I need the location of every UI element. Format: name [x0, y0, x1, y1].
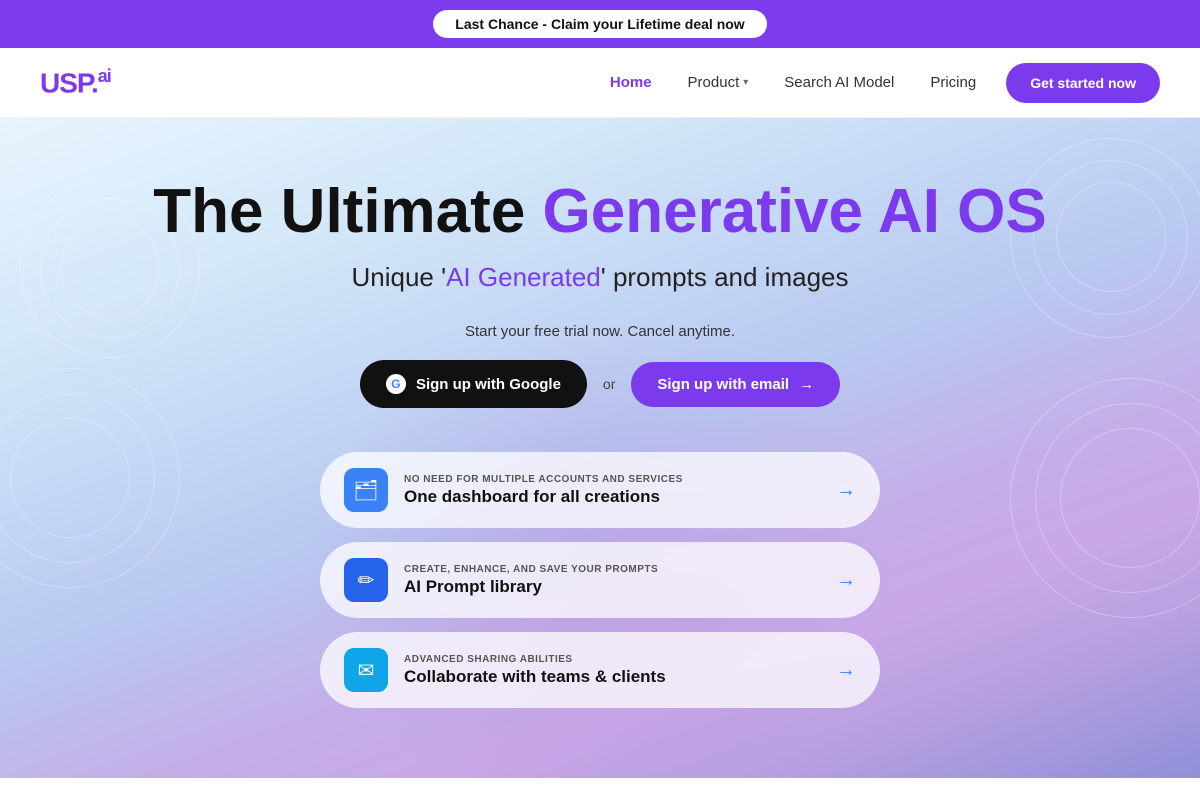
deco-circle [0, 393, 155, 563]
feature-text-block: CREATE, ENHANCE, AND SAVE YOUR PROMPTS AI… [404, 564, 820, 597]
hero-section: The Ultimate Generative AI OS Unique 'AI… [0, 118, 1200, 778]
top-banner: Last Chance - Claim your Lifetime deal n… [0, 0, 1200, 48]
logo-ai: ai [98, 66, 111, 86]
feature-tag: NO NEED FOR MULTIPLE ACCOUNTS AND SERVIC… [404, 474, 820, 485]
banner-text[interactable]: Last Chance - Claim your Lifetime deal n… [433, 10, 766, 38]
logo[interactable]: USP.ai [40, 66, 111, 99]
nav-pricing[interactable]: Pricing [930, 74, 976, 91]
logo-usp: USP [40, 67, 91, 98]
hero-trial-text: Start your free trial now. Cancel anytim… [465, 323, 735, 340]
hero-title-part1: The Ultimate [153, 177, 542, 246]
feature-title: AI Prompt library [404, 577, 820, 597]
hero-title-part2: Generative AI OS [543, 177, 1047, 246]
feature-arrow-icon[interactable]: → [836, 569, 856, 592]
hero-subtitle: Unique 'AI Generated' prompts and images [352, 262, 849, 293]
feature-icon: 🗂 [353, 478, 378, 503]
signup-google-label: Sign up with Google [416, 376, 561, 393]
feature-title: Collaborate with teams & clients [404, 667, 820, 687]
get-started-button[interactable]: Get started now [1006, 63, 1160, 103]
deco-circle [60, 218, 160, 318]
nav-search-ai[interactable]: Search AI Model [784, 74, 894, 91]
deco-circle [10, 418, 130, 538]
feature-text-block: NO NEED FOR MULTIPLE ACCOUNTS AND SERVIC… [404, 474, 820, 507]
signup-email-label: Sign up with email [657, 376, 789, 393]
nav-home[interactable]: Home [610, 74, 652, 91]
feature-text-block: ADVANCED SHARING ABILITIES Collaborate wi… [404, 654, 820, 687]
google-icon: G [386, 374, 406, 394]
feature-card[interactable]: 🗂 NO NEED FOR MULTIPLE ACCOUNTS AND SERVI… [320, 452, 880, 528]
feature-icon-wrap: ✉ [344, 648, 388, 692]
feature-arrow-icon[interactable]: → [836, 659, 856, 682]
chevron-down-icon: ▾ [743, 77, 748, 88]
cta-buttons: G Sign up with Google or Sign up with em… [360, 360, 840, 408]
deco-circle [1010, 378, 1200, 618]
hero-subtitle-part2: ' prompts and images [601, 262, 849, 292]
hero-title: The Ultimate Generative AI OS [153, 178, 1047, 246]
arrow-icon: → [799, 376, 814, 393]
feature-tag: ADVANCED SHARING ABILITIES [404, 654, 820, 665]
nav-product-label: Product [688, 74, 740, 91]
feature-title: One dashboard for all creations [404, 487, 820, 507]
deco-circle [0, 368, 180, 588]
signup-email-button[interactable]: Sign up with email → [631, 362, 840, 407]
feature-tag: CREATE, ENHANCE, AND SAVE YOUR PROMPTS [404, 564, 820, 575]
feature-icon: ✉ [358, 658, 375, 683]
logo-text: USP.ai [40, 66, 111, 99]
feature-icon-wrap: ✏ [344, 558, 388, 602]
deco-circle [1033, 160, 1188, 315]
feature-card[interactable]: ✉ ADVANCED SHARING ABILITIES Collaborate w… [320, 632, 880, 708]
nav-product[interactable]: Product ▾ [688, 74, 749, 91]
deco-circle [1035, 403, 1200, 593]
feature-arrow-icon[interactable]: → [836, 479, 856, 502]
deco-circle [1060, 428, 1200, 568]
feature-icon-wrap: 🗂 [344, 468, 388, 512]
deco-circle [1056, 182, 1166, 292]
feature-card[interactable]: ✏ CREATE, ENHANCE, AND SAVE YOUR PROMPTS A… [320, 542, 880, 618]
signup-google-button[interactable]: G Sign up with Google [360, 360, 587, 408]
feature-cards: 🗂 NO NEED FOR MULTIPLE ACCOUNTS AND SERVI… [320, 452, 880, 708]
hero-subtitle-part1: Unique ' [352, 262, 447, 292]
or-divider: or [603, 376, 615, 392]
nav-links: Home Product ▾ Search AI Model Pricing [610, 74, 976, 91]
navbar: USP.ai Home Product ▾ Search AI Model Pr… [0, 48, 1200, 118]
feature-icon: ✏ [358, 568, 375, 593]
hero-subtitle-highlight: AI Generated [446, 262, 601, 292]
logo-dot: . [91, 67, 98, 98]
